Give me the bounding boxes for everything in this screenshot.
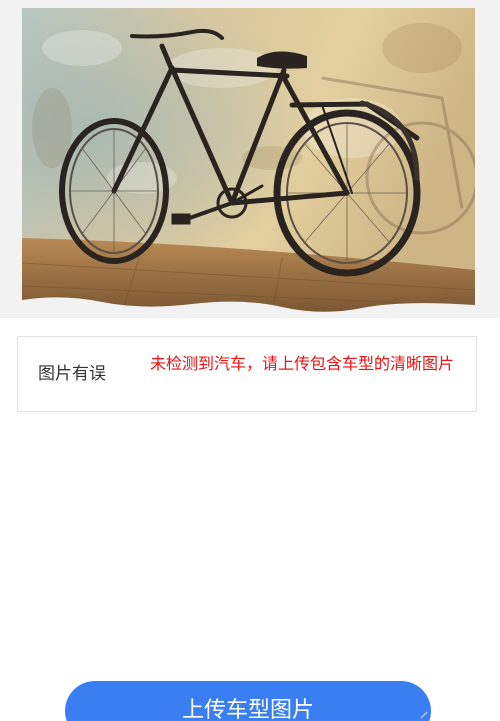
error-message: 未检测到汽车，请上传包含车型的清晰图片 bbox=[150, 354, 455, 373]
result-label: 图片有误 bbox=[38, 364, 106, 384]
upload-car-image-button[interactable]: 上传车型图片 bbox=[65, 681, 431, 721]
photo-area bbox=[0, 0, 500, 318]
corner-mark-icon bbox=[420, 711, 428, 719]
bicycle-photo bbox=[22, 8, 475, 313]
detection-result-card: 图片有误 未检测到汽车，请上传包含车型的清晰图片 bbox=[17, 336, 477, 412]
page: 图片有误 未检测到汽车，请上传包含车型的清晰图片 上传车型图片 bbox=[0, 0, 500, 721]
